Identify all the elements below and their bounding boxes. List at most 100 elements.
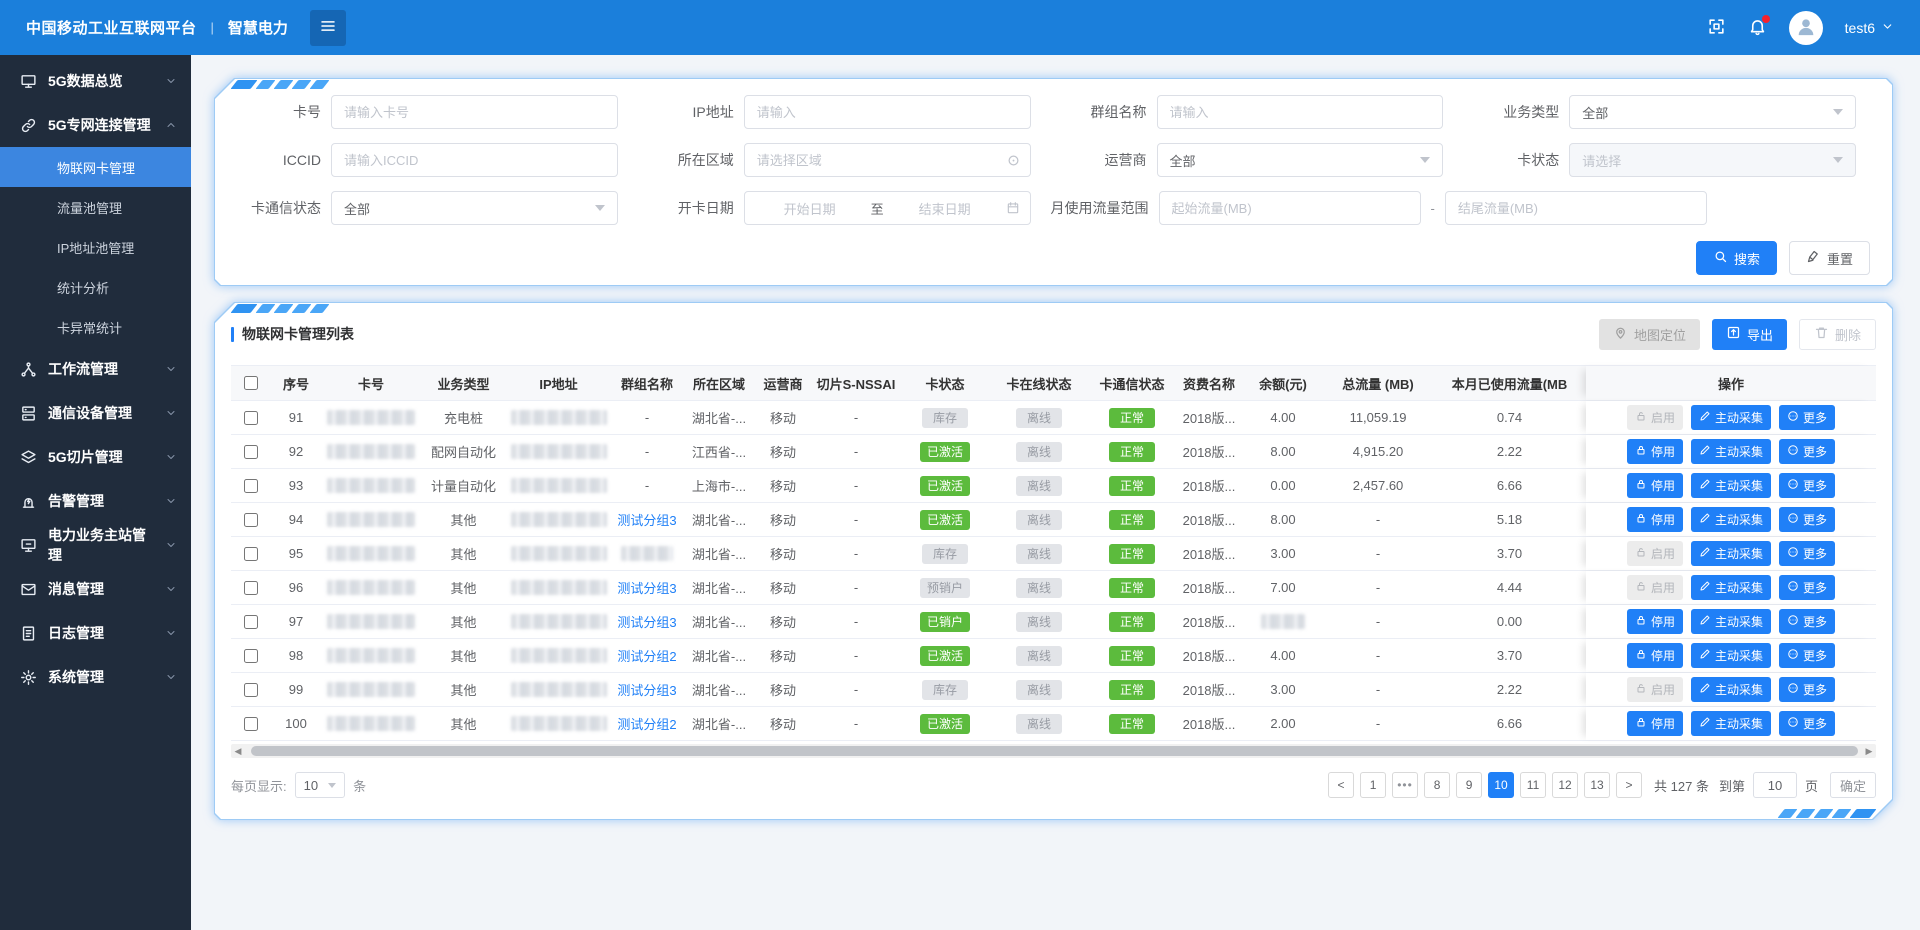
page-button-11[interactable]: 11 (1520, 772, 1546, 798)
sidebar-subitem-stats-analysis[interactable]: 统计分析 (0, 267, 191, 307)
row-checkbox[interactable] (244, 411, 258, 425)
more-pages-button[interactable]: ••• (1392, 772, 1418, 798)
page-button-12[interactable]: 12 (1552, 772, 1578, 798)
group-name-input[interactable] (1157, 95, 1444, 129)
sidebar-item-5g-data-overview[interactable]: 5G数据总览 (0, 59, 191, 103)
scroll-left-arrow[interactable]: ◀ (231, 744, 245, 758)
row-action-主动采集-button[interactable]: 主动采集 (1691, 643, 1771, 668)
sidebar-subitem-card-abnormal-stats[interactable]: 卡异常统计 (0, 307, 191, 347)
row-action-启用-button[interactable]: 启用 (1627, 575, 1683, 600)
next-page-button[interactable]: > (1616, 772, 1642, 798)
region-input[interactable] (744, 143, 1031, 177)
end-date-input[interactable]: 结束日期 (890, 199, 1000, 218)
menu-icon[interactable] (310, 10, 346, 46)
per-page-select[interactable]: 10 (295, 772, 345, 798)
prev-page-button[interactable]: < (1328, 772, 1354, 798)
scroll-right-arrow[interactable]: ▶ (1862, 744, 1876, 758)
delete-button[interactable]: 删除 (1799, 319, 1876, 350)
row-action-主动采集-button[interactable]: 主动采集 (1691, 711, 1771, 736)
row-action-主动采集-button[interactable]: 主动采集 (1691, 473, 1771, 498)
card-no-input[interactable] (331, 95, 618, 129)
group-link[interactable]: 测试分组2 (617, 714, 676, 733)
group-link[interactable]: 测试分组3 (617, 510, 676, 529)
reset-button[interactable]: 重置 (1789, 241, 1870, 275)
monthly-usage-range-start-input[interactable] (1159, 191, 1421, 225)
page-button-8[interactable]: 8 (1424, 772, 1450, 798)
page-button-9[interactable]: 9 (1456, 772, 1482, 798)
map-locate-button[interactable]: 地图定位 (1599, 319, 1700, 350)
bell-icon[interactable] (1748, 17, 1767, 39)
row-action-更多-button[interactable]: 更多 (1779, 643, 1835, 668)
row-action-停用-button[interactable]: 停用 (1627, 643, 1683, 668)
sidebar-item-power-master-station[interactable]: 电力业务主站管理 (0, 523, 191, 567)
row-action-主动采集-button[interactable]: 主动采集 (1691, 541, 1771, 566)
row-action-更多-button[interactable]: 更多 (1779, 405, 1835, 430)
row-action-主动采集-button[interactable]: 主动采集 (1691, 507, 1771, 532)
row-action-更多-button[interactable]: 更多 (1779, 575, 1835, 600)
row-action-启用-button[interactable]: 启用 (1627, 405, 1683, 430)
row-checkbox[interactable] (244, 547, 258, 561)
sidebar-subitem-ip-pool-mgmt[interactable]: IP地址池管理 (0, 227, 191, 267)
row-checkbox[interactable] (244, 615, 258, 629)
confirm-button[interactable]: 确定 (1830, 772, 1876, 798)
sidebar-item-comm-device-mgmt[interactable]: 通信设备管理 (0, 391, 191, 435)
row-action-启用-button[interactable]: 启用 (1627, 541, 1683, 566)
page-jump-input[interactable] (1753, 772, 1797, 798)
group-link[interactable]: 测试分组3 (617, 578, 676, 597)
sidebar-subitem-iot-card-mgmt[interactable]: 物联网卡管理 (0, 147, 191, 187)
business-type-select[interactable]: 全部 (1569, 95, 1856, 129)
row-action-停用-button[interactable]: 停用 (1627, 473, 1683, 498)
page-button-13[interactable]: 13 (1584, 772, 1610, 798)
row-action-停用-button[interactable]: 停用 (1627, 439, 1683, 464)
row-checkbox[interactable] (244, 683, 258, 697)
fullscreen-icon[interactable] (1707, 17, 1726, 39)
row-action-更多-button[interactable]: 更多 (1779, 677, 1835, 702)
sidebar-item-5g-slice-mgmt[interactable]: 5G切片管理 (0, 435, 191, 479)
row-action-停用-button[interactable]: 停用 (1627, 609, 1683, 634)
search-button[interactable]: 搜索 (1696, 241, 1777, 275)
sidebar-item-message-mgmt[interactable]: 消息管理 (0, 567, 191, 611)
row-action-主动采集-button[interactable]: 主动采集 (1691, 609, 1771, 634)
group-link[interactable]: 测试分组3 (617, 612, 676, 631)
sidebar-item-5g-private-network[interactable]: 5G专网连接管理 (0, 103, 191, 147)
group-link[interactable]: 测试分组3 (617, 680, 676, 699)
row-action-主动采集-button[interactable]: 主动采集 (1691, 439, 1771, 464)
row-checkbox[interactable] (244, 513, 258, 527)
row-checkbox[interactable] (244, 445, 258, 459)
card-comm-status-select[interactable]: 全部 (331, 191, 618, 225)
page-button-10[interactable]: 10 (1488, 772, 1514, 798)
carrier-select[interactable]: 全部 (1157, 143, 1444, 177)
row-action-更多-button[interactable]: 更多 (1779, 711, 1835, 736)
open-date-range-picker[interactable]: 开始日期至结束日期 (744, 191, 1031, 225)
export-button[interactable]: 导出 (1712, 319, 1787, 350)
row-checkbox[interactable] (244, 717, 258, 731)
card-status-select[interactable]: 请选择 (1569, 143, 1856, 177)
horizontal-scrollbar[interactable]: ◀ ▶ (231, 744, 1876, 758)
sidebar-item-system-mgmt[interactable]: 系统管理 (0, 655, 191, 699)
sidebar-item-workflow-mgmt[interactable]: 工作流管理 (0, 347, 191, 391)
row-action-更多-button[interactable]: 更多 (1779, 507, 1835, 532)
row-action-主动采集-button[interactable]: 主动采集 (1691, 677, 1771, 702)
monthly-usage-range-end-input[interactable] (1445, 191, 1707, 225)
row-action-主动采集-button[interactable]: 主动采集 (1691, 575, 1771, 600)
avatar[interactable] (1789, 11, 1823, 45)
row-action-停用-button[interactable]: 停用 (1627, 507, 1683, 532)
ip-address-input[interactable] (744, 95, 1031, 129)
sidebar-subitem-traffic-pool-mgmt[interactable]: 流量池管理 (0, 187, 191, 227)
row-action-主动采集-button[interactable]: 主动采集 (1691, 405, 1771, 430)
user-menu[interactable]: test6 (1845, 20, 1894, 36)
start-date-input[interactable]: 开始日期 (755, 199, 865, 218)
scrollbar-thumb[interactable] (251, 746, 1858, 756)
sidebar-item-log-mgmt[interactable]: 日志管理 (0, 611, 191, 655)
select-all-checkbox[interactable] (244, 376, 258, 390)
row-action-更多-button[interactable]: 更多 (1779, 609, 1835, 634)
row-action-更多-button[interactable]: 更多 (1779, 473, 1835, 498)
row-checkbox[interactable] (244, 649, 258, 663)
row-action-更多-button[interactable]: 更多 (1779, 541, 1835, 566)
page-button-1[interactable]: 1 (1360, 772, 1386, 798)
row-checkbox[interactable] (244, 581, 258, 595)
group-link[interactable]: 测试分组2 (617, 646, 676, 665)
row-checkbox[interactable] (244, 479, 258, 493)
row-action-停用-button[interactable]: 停用 (1627, 711, 1683, 736)
row-action-更多-button[interactable]: 更多 (1779, 439, 1835, 464)
